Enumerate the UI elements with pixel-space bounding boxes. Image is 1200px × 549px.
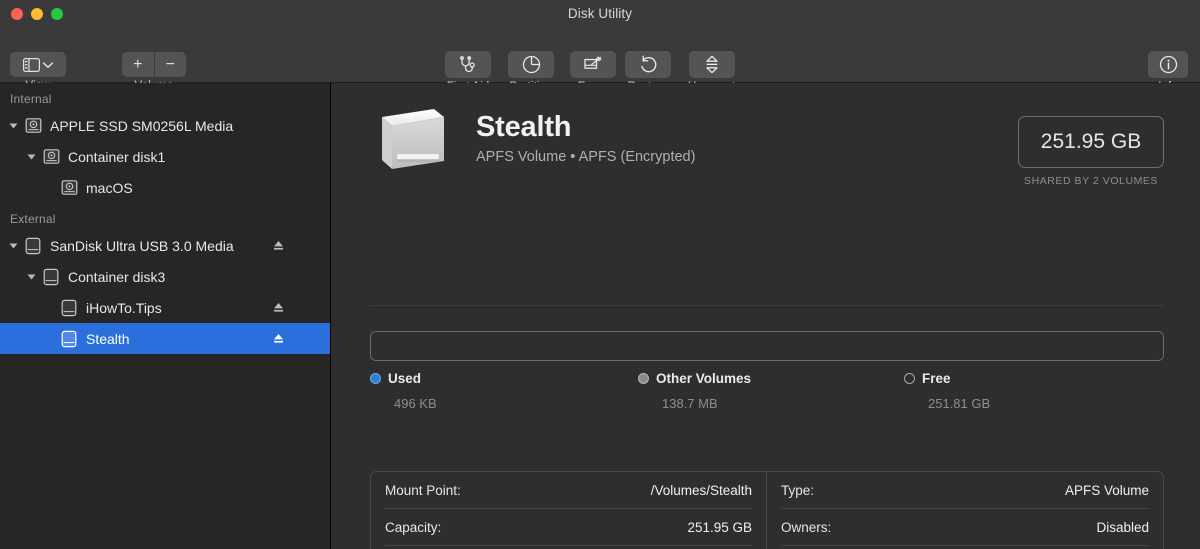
info-value: 251.95 GB xyxy=(687,519,752,535)
eject-icon[interactable] xyxy=(272,332,285,345)
window-title: Disk Utility xyxy=(567,6,633,21)
first-aid-button[interactable] xyxy=(445,51,491,78)
info-row: Owners: Disabled xyxy=(781,509,1149,546)
disclosure-triangle-icon[interactable] xyxy=(22,153,40,161)
sidebar: Internal APPLE SSD SM0256L Media Contain… xyxy=(0,83,331,549)
title-bar: Disk Utility xyxy=(0,0,1200,28)
sidebar-item-label: Container disk3 xyxy=(68,268,166,285)
external-drive-icon xyxy=(58,330,80,348)
sidebar-item-label: iHowTo.Tips xyxy=(86,299,162,316)
capacity-segment-free xyxy=(371,332,1163,360)
capacity-value: 251.95 GB xyxy=(1018,116,1164,168)
sidebar-item-label: APPLE SSD SM0256L Media xyxy=(50,117,234,134)
sidebar-section-header: Internal xyxy=(10,92,52,106)
erase-button[interactable] xyxy=(570,51,616,78)
other-volumes-label: Other Volumes xyxy=(656,371,752,386)
disk-utility-window: Disk Utility + − Internal APPLE SSD SM02… xyxy=(0,0,1200,549)
used-value: 496 KB xyxy=(394,396,437,411)
toolbar: View + − Volume F xyxy=(0,28,1200,93)
info-column-right: Type:APFS VolumeOwners:DisabledConnectio… xyxy=(767,472,1163,549)
info-key: Type: xyxy=(781,482,815,498)
sidebar-icon xyxy=(22,57,40,72)
capacity-legend: Used 496 KB Other Volumes 138.7 MB Free … xyxy=(370,371,1164,423)
disclosure-triangle-icon[interactable] xyxy=(4,242,22,250)
pie-chart-icon xyxy=(522,55,541,74)
external-drive-icon xyxy=(40,268,62,286)
chevron-down-icon xyxy=(42,61,54,69)
volume-subtitle: APFS Volume • APFS (Encrypted) xyxy=(476,149,696,165)
info-column-left: Mount Point: /Volumes/Stealth Capacity: 251… xyxy=(371,472,767,549)
legend-item-used: Used 496 KB xyxy=(370,371,437,411)
info-value: APFS Volume xyxy=(1064,482,1149,498)
sidebar-item-label: macOS xyxy=(86,179,133,196)
eject-icon xyxy=(704,55,720,74)
eject-icon[interactable] xyxy=(272,239,285,252)
content-pane: Stealth APFS Volume • APFS (Encrypted) 2… xyxy=(332,83,1200,549)
stethoscope-icon xyxy=(458,55,478,74)
free-label: Free xyxy=(922,371,951,386)
info-key: Mount Point: xyxy=(385,482,461,498)
volume-stepper: + − xyxy=(122,52,186,77)
internal-drive-icon xyxy=(40,148,62,165)
sidebar-item-container-disk3[interactable]: Container disk3 xyxy=(0,261,330,292)
capacity-badge: 251.95 GB SHARED BY 2 VOLUMES xyxy=(1018,116,1164,187)
free-swatch xyxy=(904,373,915,384)
other-volumes-value: 138.7 MB xyxy=(662,396,718,411)
legend-item-other-volumes: Other Volumes 138.7 MB xyxy=(638,371,751,411)
eraser-icon xyxy=(583,55,603,74)
view-button[interactable] xyxy=(10,52,66,77)
info-circle-icon xyxy=(1159,55,1178,74)
volume-header: Stealth APFS Volume • APFS (Encrypted) xyxy=(370,99,695,177)
restore-button[interactable] xyxy=(625,51,671,78)
volume-info-panel: Mount Point: /Volumes/Stealth Capacity: 251… xyxy=(370,471,1164,549)
sidebar-item-macos[interactable]: macOS xyxy=(0,172,330,203)
sidebar-item-label: SanDisk Ultra USB 3.0 Media xyxy=(50,237,234,254)
sidebar-item-stealth[interactable]: Stealth xyxy=(0,323,330,354)
info-key: Capacity: xyxy=(385,519,442,535)
internal-drive-icon xyxy=(58,179,80,196)
partition-button[interactable] xyxy=(508,51,554,78)
section-divider xyxy=(370,305,1164,306)
external-drive-icon xyxy=(22,237,44,255)
used-swatch xyxy=(370,373,381,384)
external-hard-drive-icon xyxy=(370,99,450,177)
sidebar-item-container-disk1[interactable]: Container disk1 xyxy=(0,141,330,172)
sidebar-item-apple-ssd-sm0256l-media[interactable]: APPLE SSD SM0256L Media xyxy=(0,110,330,141)
info-key: Owners: xyxy=(781,519,832,535)
remove-volume-button[interactable]: − xyxy=(155,52,187,77)
unmount-button[interactable] xyxy=(688,51,735,78)
disclosure-triangle-icon[interactable] xyxy=(4,122,22,130)
info-button[interactable] xyxy=(1148,51,1188,78)
info-value: Disabled xyxy=(1096,519,1149,535)
used-label: Used xyxy=(388,371,422,386)
sidebar-item-sandisk-ultra-usb-3-0-media[interactable]: SanDisk Ultra USB 3.0 Media xyxy=(0,230,330,261)
volume-name: Stealth xyxy=(476,111,572,143)
info-row: Capacity: 251.95 GB xyxy=(385,509,752,546)
info-value: /Volumes/Stealth xyxy=(650,482,752,498)
sidebar-item-ihowto-tips[interactable]: iHowTo.Tips xyxy=(0,292,330,323)
sidebar-item-label: Stealth xyxy=(86,330,130,347)
info-row: Mount Point: /Volumes/Stealth xyxy=(385,472,752,509)
eject-icon[interactable] xyxy=(272,301,285,314)
capacity-bar xyxy=(370,331,1164,361)
internal-drive-icon xyxy=(22,117,44,134)
legend-item-free: Free 251.81 GB xyxy=(904,371,990,411)
external-drive-icon xyxy=(58,299,80,317)
undo-arrow-icon xyxy=(639,55,658,74)
free-value: 251.81 GB xyxy=(928,396,991,411)
capacity-note: SHARED BY 2 VOLUMES xyxy=(1024,175,1158,187)
sidebar-item-label: Container disk1 xyxy=(68,148,166,165)
disclosure-triangle-icon[interactable] xyxy=(22,273,40,281)
info-row: Type: APFS Volume xyxy=(781,472,1149,509)
sidebar-section-header: External xyxy=(10,212,56,226)
add-volume-button[interactable]: + xyxy=(122,52,155,77)
other-volumes-swatch xyxy=(638,373,649,384)
